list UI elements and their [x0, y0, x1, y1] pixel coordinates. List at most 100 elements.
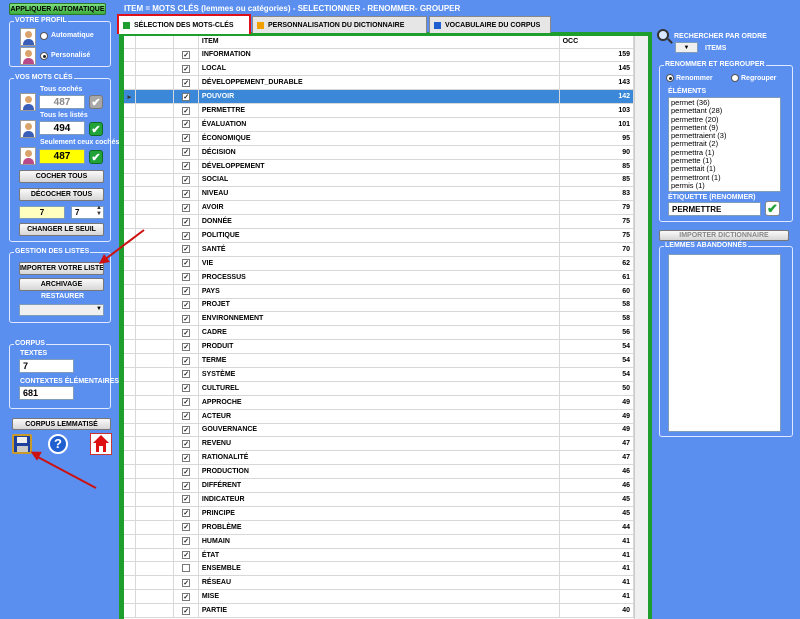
column-item[interactable]: ITEM [198, 36, 560, 49]
row-checkbox[interactable]: ✓ [173, 478, 199, 493]
checkbox[interactable]: ✓ [182, 425, 191, 434]
check-green-icon[interactable]: ✔ [89, 122, 103, 136]
threshold-field[interactable]: 7 [19, 206, 65, 219]
home-icon[interactable] [90, 433, 112, 455]
table-row[interactable]: ✓ NIVEAU 83 [124, 186, 634, 202]
row-checkbox[interactable]: ✓ [173, 48, 199, 63]
checkbox[interactable]: ✓ [182, 342, 191, 351]
checkbox[interactable]: ✓ [182, 467, 191, 476]
checkbox[interactable]: ✓ [182, 162, 191, 171]
row-checkbox[interactable]: ✓ [173, 117, 199, 132]
table-row[interactable]: ✓ PRODUCTION 46 [124, 464, 634, 480]
row-checkbox[interactable]: ✓ [173, 423, 199, 438]
check-grey-icon[interactable]: ✔ [89, 95, 103, 109]
checkbox[interactable]: ✓ [182, 203, 191, 212]
table-row[interactable]: ✓ ACTEUR 49 [124, 409, 634, 424]
checkbox[interactable]: ✓ [182, 217, 191, 226]
table-row[interactable]: ✓ INDICATEUR 45 [124, 492, 634, 507]
row-checkbox[interactable]: ✓ [173, 103, 199, 118]
keywords-table[interactable]: ITEM OCC ✓ INFORMATION 159 ✓ LOCAL 145 ✓ DÉVELO… [124, 36, 634, 619]
table-row[interactable]: ✓ DONNÉE 75 [124, 214, 634, 230]
tab-selection[interactable]: SÉLECTION DES MOTS-CLÉS [117, 14, 251, 34]
checkbox[interactable]: ✓ [182, 509, 191, 518]
table-row[interactable]: ✓ APPROCHE 49 [124, 395, 634, 410]
checkbox[interactable]: ✓ [182, 78, 191, 87]
table-row[interactable]: ✓ SOCIAL 85 [124, 173, 634, 188]
table-row[interactable]: ✓ ÉTAT 41 [124, 548, 634, 563]
checkbox[interactable] [182, 563, 191, 572]
row-checkbox[interactable]: ✓ [173, 145, 199, 160]
table-row[interactable]: ✓ PARTIE 40 [124, 603, 634, 619]
row-checkbox[interactable]: ✓ [173, 200, 199, 216]
checkbox[interactable]: ✓ [182, 578, 191, 587]
checkbox[interactable]: ✓ [182, 328, 191, 337]
checkbox[interactable]: ✓ [182, 453, 191, 462]
checkbox[interactable]: ✓ [182, 231, 191, 240]
abandoned-list[interactable] [668, 254, 781, 432]
checkbox[interactable]: ✓ [182, 495, 191, 504]
table-row[interactable]: ✓ SANTÉ 70 [124, 242, 634, 257]
elements-list[interactable]: permet (36) permettant (28) permettre (20)… [668, 97, 781, 192]
table-row[interactable]: ✓ HUMAIN 41 [124, 534, 634, 549]
row-checkbox[interactable]: ✓ [173, 381, 199, 396]
table-row[interactable]: ✓ PRODUIT 54 [124, 339, 634, 355]
checkbox[interactable]: ✓ [182, 356, 191, 365]
radio-rename[interactable] [666, 74, 674, 82]
row-checkbox[interactable]: ✓ [173, 436, 199, 452]
row-checkbox[interactable]: ✓ [173, 159, 199, 174]
table-scrollbar[interactable] [634, 36, 648, 619]
row-checkbox[interactable]: ✓ [173, 450, 199, 466]
row-checkbox[interactable]: ✓ [173, 131, 199, 146]
checkbox[interactable]: ✓ [182, 439, 191, 448]
row-checkbox[interactable]: ✓ [173, 214, 199, 230]
table-row[interactable]: ✓ CADRE 56 [124, 325, 634, 341]
import-list-button[interactable]: IMPORTER VOTRE LISTE [19, 262, 104, 275]
checkbox[interactable]: ✓ [182, 314, 191, 323]
checkbox[interactable]: ✓ [182, 523, 191, 532]
row-checkbox[interactable]: ✓ [173, 242, 199, 257]
check-all-button[interactable]: COCHER TOUS [19, 170, 104, 183]
checkbox[interactable]: ✓ [182, 300, 191, 309]
table-row[interactable]: ✓ VIE 62 [124, 256, 634, 271]
row-checkbox[interactable]: ✓ [173, 228, 199, 243]
row-checkbox[interactable]: ✓ [173, 353, 199, 368]
row-checkbox[interactable]: ✓ [173, 61, 199, 77]
table-row[interactable]: ✓ MISE 41 [124, 589, 634, 605]
table-row[interactable]: ✓ POLITIQUE 75 [124, 228, 634, 243]
row-checkbox[interactable] [173, 561, 199, 577]
help-icon[interactable]: ? [48, 434, 68, 454]
row-checkbox[interactable]: ✓ [173, 575, 199, 591]
row-checkbox[interactable]: ✓ [173, 589, 199, 605]
table-row[interactable]: ✓ DÉVELOPPEMENT_DURABLE 143 [124, 75, 634, 91]
row-checkbox[interactable]: ✓ [173, 311, 199, 327]
table-row[interactable]: ✓ RATIONALITÉ 47 [124, 450, 634, 466]
row-checkbox[interactable]: ✓ [173, 409, 199, 424]
table-row[interactable]: ✓ ÉVALUATION 101 [124, 117, 634, 132]
spinner-arrows-icon[interactable]: ▲ ▼ [96, 205, 102, 217]
table-row[interactable]: ✓ DIFFÉRENT 46 [124, 478, 634, 493]
table-row[interactable]: ✓ PROJET 58 [124, 298, 634, 313]
table-row[interactable]: ✓ GOUVERNANCE 49 [124, 423, 634, 438]
list-item[interactable]: permis (1) [669, 181, 780, 190]
row-checkbox[interactable]: ✓ [173, 256, 199, 271]
search-order-select[interactable]: ▼ [675, 42, 698, 53]
row-checkbox[interactable]: ✓ [173, 173, 199, 188]
table-row[interactable]: ✓ PROBLÈME 44 [124, 520, 634, 535]
lemmatized-corpus-button[interactable]: CORPUS LEMMATISÉ [12, 418, 111, 430]
row-checkbox[interactable]: ✓ [173, 298, 199, 313]
radio-group[interactable] [731, 74, 739, 82]
table-row[interactable]: ✓ ÉCONOMIQUE 95 [124, 131, 634, 146]
table-row[interactable]: ✓ AVOIR 79 [124, 200, 634, 216]
checkbox[interactable]: ✓ [182, 551, 191, 559]
import-dictionary-button[interactable]: IMPORTER DICTIONNAIRE [659, 230, 789, 241]
row-checkbox[interactable]: ✓ [173, 534, 199, 549]
row-checkbox[interactable]: ✓ [173, 395, 199, 410]
confirm-label-icon[interactable]: ✔ [765, 201, 780, 216]
column-occ[interactable]: OCC [559, 36, 634, 49]
table-row[interactable]: ✓ PAYS 60 [124, 284, 634, 299]
checkbox[interactable]: ✓ [182, 106, 191, 115]
checkbox[interactable]: ✓ [182, 370, 191, 379]
checkbox[interactable]: ✓ [182, 273, 191, 282]
checkbox[interactable]: ✓ [182, 537, 191, 546]
radio-personalized[interactable] [40, 52, 48, 60]
